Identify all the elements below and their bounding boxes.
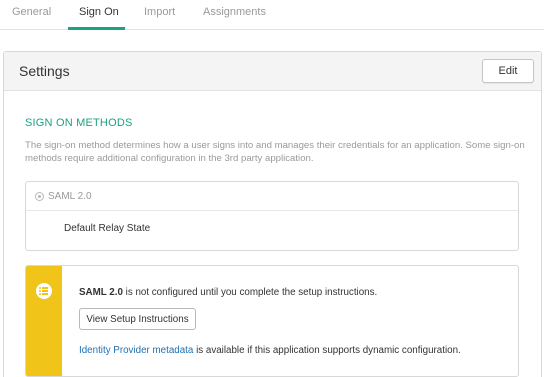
settings-title: Settings: [19, 63, 70, 79]
tab-import[interactable]: Import: [144, 6, 175, 18]
edit-button[interactable]: Edit: [482, 59, 534, 83]
list-icon: [36, 283, 52, 299]
saml-method-row[interactable]: SAML 2.0: [26, 182, 518, 211]
tab-assignments[interactable]: Assignments: [203, 6, 266, 18]
callout-message-method: SAML 2.0: [79, 287, 123, 298]
settings-header: Settings Edit: [4, 52, 541, 91]
default-relay-state-label: Default Relay State: [64, 223, 151, 234]
sign-on-methods-heading: SIGN ON METHODS: [25, 117, 133, 129]
callout-message-text: is not configured until you complete the…: [122, 287, 378, 298]
idp-metadata-line: Identity Provider metadata is available …: [79, 345, 461, 356]
tab-general[interactable]: General: [12, 6, 51, 18]
saml-method-label: SAML 2.0: [48, 191, 92, 202]
sign-on-methods-description: The sign-on method determines how a user…: [25, 140, 525, 164]
tab-sign-on[interactable]: Sign On: [79, 6, 119, 18]
saml-method-card: SAML 2.0 Default Relay State: [25, 181, 519, 251]
idp-metadata-suffix: is available if this application support…: [193, 345, 461, 356]
setup-callout: SAML 2.0 is not configured until you com…: [25, 265, 519, 377]
tab-bar: General Sign On Import Assignments: [0, 0, 544, 30]
saml-radio[interactable]: [35, 192, 44, 201]
active-tab-indicator: [68, 27, 125, 30]
callout-message: SAML 2.0 is not configured until you com…: [79, 287, 377, 298]
view-setup-instructions-button[interactable]: View Setup Instructions: [79, 308, 196, 330]
callout-stripe: [26, 266, 62, 376]
identity-provider-metadata-link[interactable]: Identity Provider metadata: [79, 345, 193, 356]
